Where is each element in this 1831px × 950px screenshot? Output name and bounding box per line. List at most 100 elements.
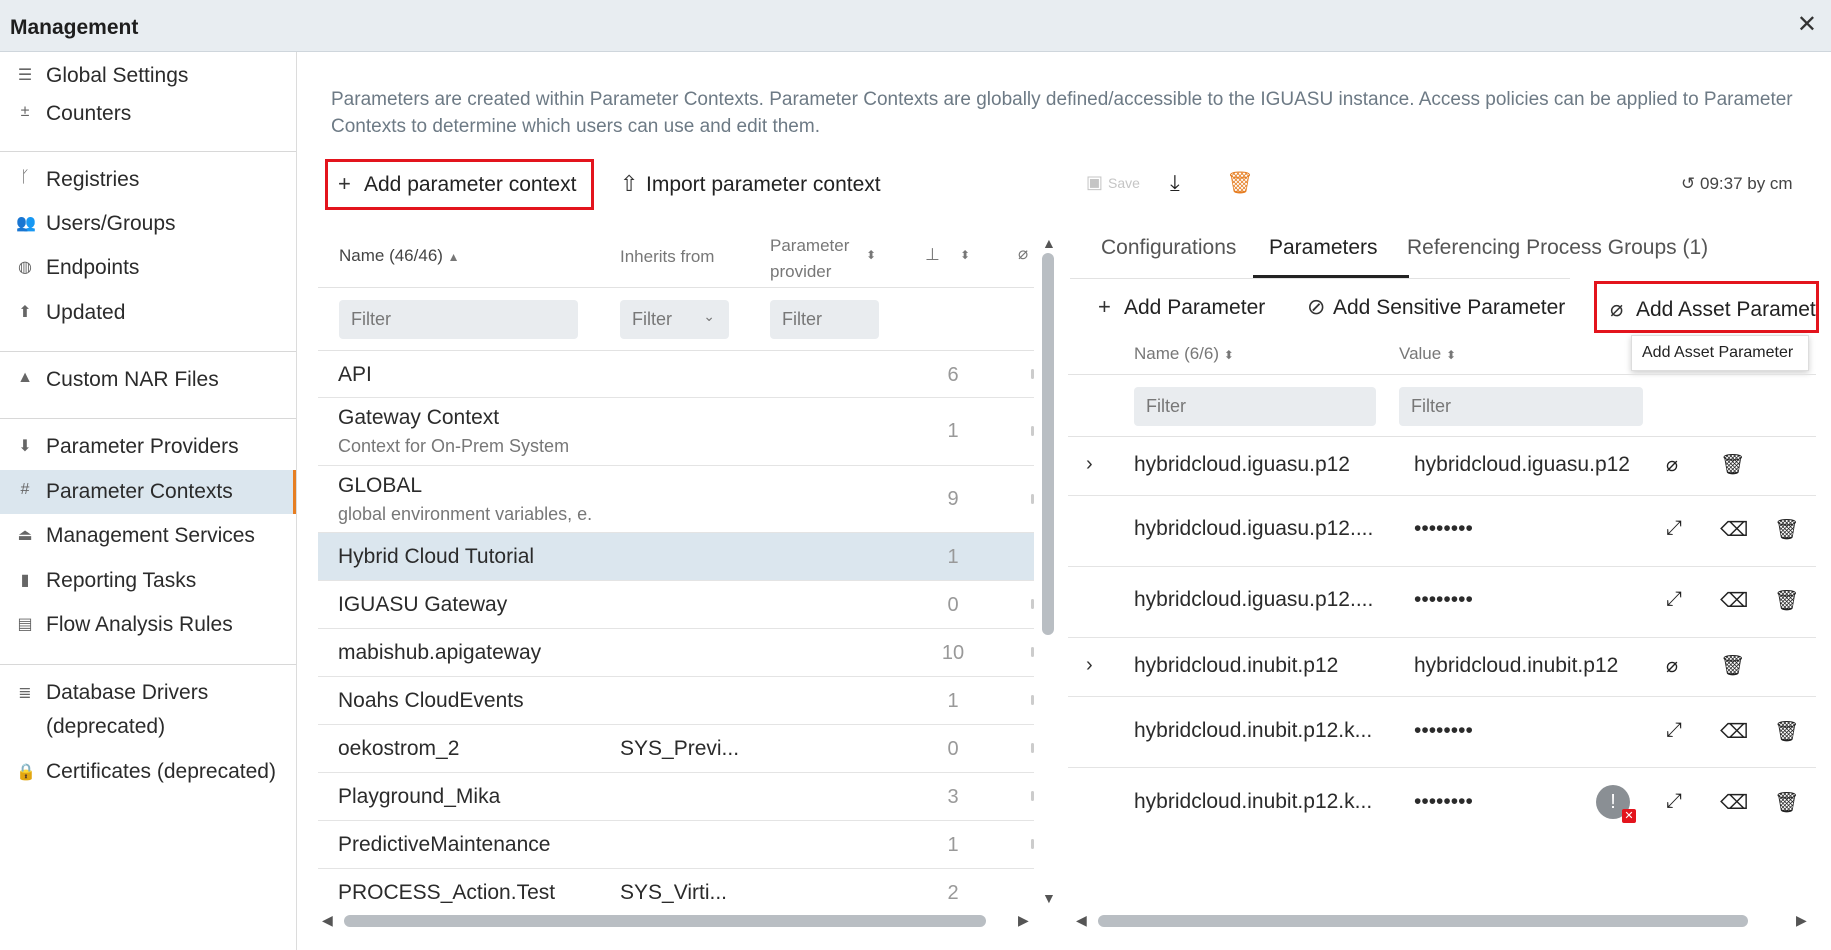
scroll-left-icon[interactable]: ◀	[1076, 912, 1087, 929]
import-parameter-context-button[interactable]: ⇧ Import parameter context	[620, 171, 881, 197]
sidebar-item-counters[interactable]: ± Counters	[0, 92, 296, 136]
sidebar-item-updated[interactable]: ⬆ Updated	[0, 291, 296, 335]
sidebar-item-flow-analysis-rules[interactable]: ▤ Flow Analysis Rules	[0, 603, 296, 647]
sidebar-item-parameter-providers[interactable]: ⬇ Parameter Providers	[0, 425, 296, 469]
table-row[interactable]: API 6	[318, 351, 1034, 398]
chevron-right-icon[interactable]: ›	[1086, 654, 1093, 677]
param-name-filter-input[interactable]: Filter	[1134, 387, 1376, 426]
column-header-provider[interactable]: Parameter provider	[770, 233, 849, 285]
param-row[interactable]: hybridcloud.inubit.p12.k... •••••••• ! ✕ …	[1068, 768, 1816, 839]
lock-icon: 🔒	[16, 764, 36, 781]
table-row-selected[interactable]: Hybrid Cloud Tutorial 1	[318, 533, 1034, 581]
scroll-right-icon[interactable]: ▶	[1018, 912, 1029, 929]
scroll-down-icon[interactable]: ▼	[1042, 890, 1056, 906]
param-row[interactable]: hybridcloud.iguasu.p12.... •••••••• ⤢ ⌫ …	[1068, 567, 1816, 638]
row-edge	[1031, 599, 1034, 609]
delete-icon[interactable]: 🗑	[1774, 790, 1799, 815]
tab-configurations[interactable]: Configurations	[1101, 236, 1236, 260]
tab-referencing-process-groups[interactable]: Referencing Process Groups (1)	[1407, 236, 1708, 260]
expand-icon[interactable]: ⤢	[1666, 517, 1682, 540]
expand-icon[interactable]: ⤢	[1666, 790, 1682, 813]
inherits-filter-select[interactable]: Filter ⌄	[620, 300, 729, 339]
paperclip-icon[interactable]: ⌀	[1666, 452, 1678, 477]
column-header-inherits: Inherits from	[620, 247, 715, 266]
name-filter-input[interactable]: Filter	[339, 300, 578, 339]
add-asset-parameter-button[interactable]: ⌀ Add Asset Parameter	[1594, 281, 1819, 333]
param-column-header-value[interactable]: Value ⬍	[1399, 344, 1456, 364]
sidebar-item-database-drivers[interactable]: ≣ Database Drivers (deprecated)	[0, 672, 296, 750]
error-badge-icon: ✕	[1622, 809, 1636, 823]
param-row[interactable]: hybridcloud.inubit.p12.k... •••••••• ⤢ ⌫…	[1068, 697, 1816, 768]
sort-icon: ⬍	[1445, 348, 1457, 362]
param-value-filter-input[interactable]: Filter	[1399, 387, 1643, 426]
sidebar-item-parameter-contexts[interactable]: # Parameter Contexts	[0, 470, 296, 514]
add-parameter-context-button[interactable]: + Add parameter context	[338, 171, 576, 197]
divider	[0, 151, 296, 152]
eraser-icon[interactable]: ⌫	[1720, 517, 1748, 542]
table-row[interactable]: PredictiveMaintenance 1	[318, 821, 1034, 869]
param-column-header-name[interactable]: Name (6/6) ⬍	[1134, 344, 1234, 364]
vertical-scrollbar[interactable]: ▲ ▼	[1040, 235, 1056, 906]
hierarchy-icon[interactable]: ⊥	[925, 245, 940, 265]
paperclip-icon[interactable]: ⌀	[1666, 653, 1678, 678]
scroll-up-icon[interactable]: ▲	[1042, 235, 1056, 251]
chevron-down-icon: ⌄	[703, 308, 715, 324]
add-sensitive-parameter-button[interactable]: ⊘ Add Sensitive Parameter	[1307, 294, 1565, 320]
scroll-thumb[interactable]	[1042, 253, 1054, 635]
delete-icon[interactable]: 🗑	[1774, 588, 1799, 613]
table-row[interactable]: GLOBAL global environment variables, e. 9	[318, 466, 1034, 533]
delete-icon[interactable]: 🗑	[1226, 170, 1254, 196]
delete-icon[interactable]: 🗑	[1720, 452, 1745, 477]
table-row[interactable]: oekostrom_2 SYS_Previ... 0	[318, 725, 1034, 773]
delete-icon[interactable]: 🗑	[1774, 719, 1799, 744]
sort-icon[interactable]: ⬍	[960, 248, 970, 262]
sidebar-item-reporting-tasks[interactable]: ▮ Reporting Tasks	[0, 559, 296, 603]
sidebar-item-certificates[interactable]: 🔒 Certificates (deprecated)	[0, 751, 296, 829]
eraser-icon[interactable]: ⌫	[1720, 790, 1748, 815]
param-row[interactable]: › hybridcloud.iguasu.p12 hybridcloud.igu…	[1068, 437, 1816, 496]
download-circle-icon: ⬇	[18, 438, 32, 455]
sidebar-item-endpoints[interactable]: ◍ Endpoints	[0, 246, 296, 290]
table-row[interactable]: PROCESS_Action.Test SYS_Virti... 2	[318, 869, 1034, 913]
sidebar-item-registries[interactable]: ᚴ Registries	[0, 158, 296, 202]
row-edge	[1031, 743, 1034, 753]
validation-warning-icon[interactable]: ! ✕	[1596, 785, 1636, 823]
delete-icon[interactable]: 🗑	[1774, 517, 1799, 542]
table-row[interactable]: Noahs CloudEvents 1	[318, 677, 1034, 725]
sidebar-item-custom-nar-files[interactable]: ▲ Custom NAR Files	[0, 358, 296, 402]
sidebar-item-management-services[interactable]: ⏏ Management Services	[0, 514, 296, 558]
save-button[interactable]: ▣ Save	[1086, 172, 1140, 193]
delete-icon[interactable]: 🗑	[1720, 653, 1745, 678]
add-parameter-button[interactable]: + Add Parameter	[1098, 294, 1265, 320]
horizontal-scrollbar[interactable]: ◀ ▶	[1076, 912, 1816, 928]
table-row[interactable]: Playground_Mika 3	[318, 773, 1034, 821]
expand-icon[interactable]: ⤢	[1666, 588, 1682, 611]
provider-filter-input[interactable]: Filter	[770, 300, 879, 339]
scroll-left-icon[interactable]: ◀	[322, 912, 333, 929]
scroll-right-icon[interactable]: ▶	[1796, 912, 1807, 929]
plus-icon: +	[1098, 294, 1111, 319]
param-row[interactable]: hybridcloud.iguasu.p12.... •••••••• ⤢ ⌫ …	[1068, 496, 1816, 567]
scroll-thumb[interactable]	[344, 915, 986, 927]
eraser-icon[interactable]: ⌫	[1720, 719, 1748, 744]
last-modified: ↺ 09:37 by cm	[1681, 174, 1793, 193]
chevron-right-icon[interactable]: ›	[1086, 453, 1093, 476]
table-row[interactable]: mabishub.apigateway 10	[318, 629, 1034, 677]
close-icon[interactable]: ✕	[1797, 10, 1817, 39]
sort-icon[interactable]: ⬍	[866, 248, 876, 262]
sidebar-item-users-groups[interactable]: 👥 Users/Groups	[0, 202, 296, 246]
eraser-icon[interactable]: ⌫	[1720, 588, 1748, 613]
bar-chart-icon: ▮	[20, 572, 30, 589]
download-icon[interactable]: ⤓	[1170, 170, 1180, 196]
eye-slash-icon: ⊘	[1307, 294, 1326, 319]
expand-icon[interactable]: ⤢	[1666, 719, 1682, 742]
sort-icon: ⬍	[1223, 348, 1234, 362]
tab-parameters[interactable]: Parameters	[1269, 236, 1378, 260]
horizontal-scrollbar[interactable]: ◀ ▶	[322, 912, 1032, 928]
table-row[interactable]: IGUASU Gateway 0	[318, 581, 1034, 629]
scroll-thumb[interactable]	[1098, 915, 1748, 927]
column-header-name[interactable]: Name (46/46) ▲	[339, 246, 460, 266]
param-row[interactable]: › hybridcloud.inubit.p12 hybridcloud.inu…	[1068, 638, 1816, 697]
update-icon: ⬆	[18, 304, 32, 321]
table-row[interactable]: Gateway Context Context for On-Prem Syste…	[318, 398, 1034, 466]
